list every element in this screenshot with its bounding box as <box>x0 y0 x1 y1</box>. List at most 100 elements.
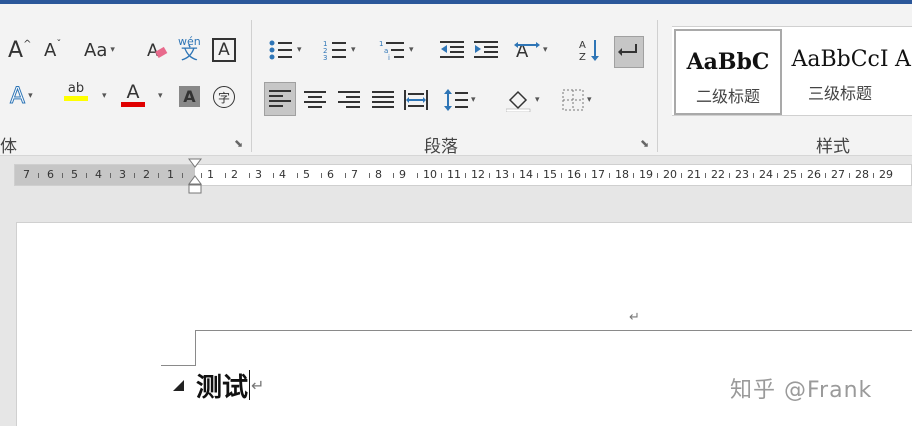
ruler-number: 4 <box>95 168 102 181</box>
heading-paragraph[interactable]: 测试 ↵ <box>173 367 264 403</box>
align-right-icon <box>338 91 360 108</box>
style-heading-2[interactable]: AaBbC 二级标题 <box>674 29 782 115</box>
sort-button[interactable]: A Z <box>578 36 602 64</box>
decrease-indent-icon <box>440 41 464 58</box>
ruler-number: 13 <box>495 168 509 181</box>
collapse-triangle-icon[interactable] <box>173 379 184 391</box>
bullets-button[interactable]: ▾ <box>268 36 302 64</box>
show-hide-marks-button[interactable] <box>614 36 644 68</box>
ruler-number: 29 <box>879 168 893 181</box>
ruler-tick <box>249 173 250 178</box>
align-center-button[interactable] <box>304 86 326 114</box>
svg-text:3: 3 <box>323 54 327 61</box>
highlight-color-button[interactable]: ab <box>64 82 88 110</box>
change-case-button[interactable]: Aa ▾ <box>84 36 115 64</box>
shrink-font-icon: A <box>44 39 57 61</box>
grow-font-button[interactable]: A ^ <box>8 36 31 64</box>
align-right-button[interactable] <box>338 86 360 114</box>
style-heading-3[interactable]: AaBbCcI 三级标题 <box>786 29 894 115</box>
ruler-number: 20 <box>663 168 677 181</box>
justify-button[interactable] <box>372 86 394 114</box>
ruler-number: 2 <box>143 168 150 181</box>
ruler-tick <box>801 173 802 178</box>
ruler-tick <box>393 173 394 178</box>
borders-button[interactable]: ▾ <box>562 86 592 114</box>
svg-text:1: 1 <box>379 40 383 48</box>
align-left-button[interactable] <box>264 82 296 116</box>
watermark: 知乎 @Frank <box>730 378 873 403</box>
justify-icon <box>372 91 394 108</box>
horizontal-ruler[interactable]: 7 6 5 4 3 2 1 1 2 3 4 5 6 7 8 9 10 11 12 13 14 15 16 17 18 19 20 21… <box>14 164 912 186</box>
ruler-number: 15 <box>543 168 557 181</box>
asian-layout-button[interactable]: A ▾ <box>514 36 548 64</box>
ruler-number: 18 <box>615 168 629 181</box>
decrease-indent-button[interactable] <box>440 36 464 64</box>
ruler-number: 17 <box>591 168 605 181</box>
borders-icon <box>562 89 584 111</box>
ruler-tick <box>681 173 682 178</box>
style-next[interactable]: A <box>894 29 912 115</box>
paragraph-dialog-launcher-icon[interactable]: ⬊ <box>640 138 652 150</box>
phonetic-guide-button[interactable]: wén 文 <box>178 36 201 68</box>
font-color-swatch <box>121 102 145 107</box>
increase-indent-button[interactable] <box>474 36 498 64</box>
character-border-icon: A <box>218 40 230 60</box>
ruler-tick <box>441 173 442 178</box>
ruler-tick <box>633 173 634 178</box>
ruler-number: 1 <box>167 168 174 181</box>
paragraph-group-label: 段落 <box>424 137 458 157</box>
ruler-tick <box>110 173 111 178</box>
shrink-font-button[interactable]: Aˇ <box>44 36 61 64</box>
ruler-number: 10 <box>423 168 437 181</box>
shading-button[interactable]: ▾ <box>506 86 540 114</box>
ruler-tick <box>38 173 39 178</box>
font-dialog-launcher-icon[interactable]: ⬊ <box>234 138 246 150</box>
show-hide-marks-icon <box>618 44 637 56</box>
multilevel-list-button[interactable]: 1 a i ▾ <box>378 36 414 64</box>
highlight-icon: ab <box>67 81 85 96</box>
multilevel-list-icon: 1 a i <box>379 40 404 61</box>
header-paragraph-mark: ↵ <box>629 310 640 325</box>
enclose-characters-icon: 字 <box>217 90 230 105</box>
font-color-dropdown[interactable]: ▾ <box>155 82 163 110</box>
ruler-tick <box>561 173 562 178</box>
ruler-tick <box>158 173 159 178</box>
ruler-number: 8 <box>375 168 382 181</box>
styles-group-label: 样式 <box>816 137 850 157</box>
enclose-characters-button[interactable]: 字 <box>213 86 235 108</box>
ruler-number: 7 <box>23 168 30 181</box>
increase-indent-icon <box>474 41 498 58</box>
header-margin-corner <box>161 365 196 366</box>
ruler-number: 28 <box>855 168 869 181</box>
highlight-dropdown[interactable]: ▾ <box>99 82 107 110</box>
heading-text[interactable]: 测试 <box>196 367 248 404</box>
paragraph-mark: ↵ <box>251 375 265 395</box>
numbering-button[interactable]: 1 2 3 ▾ <box>322 36 356 64</box>
ruler-number: 16 <box>567 168 581 181</box>
ruler-number: 11 <box>447 168 461 181</box>
svg-text:i: i <box>388 54 390 61</box>
ruler-number: 3 <box>119 168 126 181</box>
ruler-tick <box>705 173 706 178</box>
text-effects-button[interactable]: A ▾ <box>9 82 32 110</box>
ruler-number: 6 <box>47 168 54 181</box>
style-preview: AaBbCcI <box>791 47 889 72</box>
font-color-button[interactable]: A <box>121 82 145 110</box>
ruler-tick <box>182 173 183 178</box>
font-color-icon: A <box>126 81 140 103</box>
ruler-tick <box>585 173 586 178</box>
ruler-number: 22 <box>711 168 725 181</box>
indent-marker-icon[interactable] <box>188 158 202 196</box>
line-spacing-icon <box>444 89 468 111</box>
ruler-number: 7 <box>351 168 358 181</box>
header-margin-corner <box>195 330 196 366</box>
ruler-tick <box>273 173 274 178</box>
ruler-number: 25 <box>783 168 797 181</box>
line-spacing-button[interactable]: ▾ <box>444 86 476 114</box>
align-left-icon <box>269 90 291 107</box>
ruler-tick <box>849 173 850 178</box>
character-shading-button[interactable]: A <box>179 86 200 107</box>
distributed-button[interactable] <box>404 86 428 114</box>
clear-formatting-button[interactable]: A <box>146 36 168 64</box>
character-border-button[interactable]: A <box>212 38 236 62</box>
